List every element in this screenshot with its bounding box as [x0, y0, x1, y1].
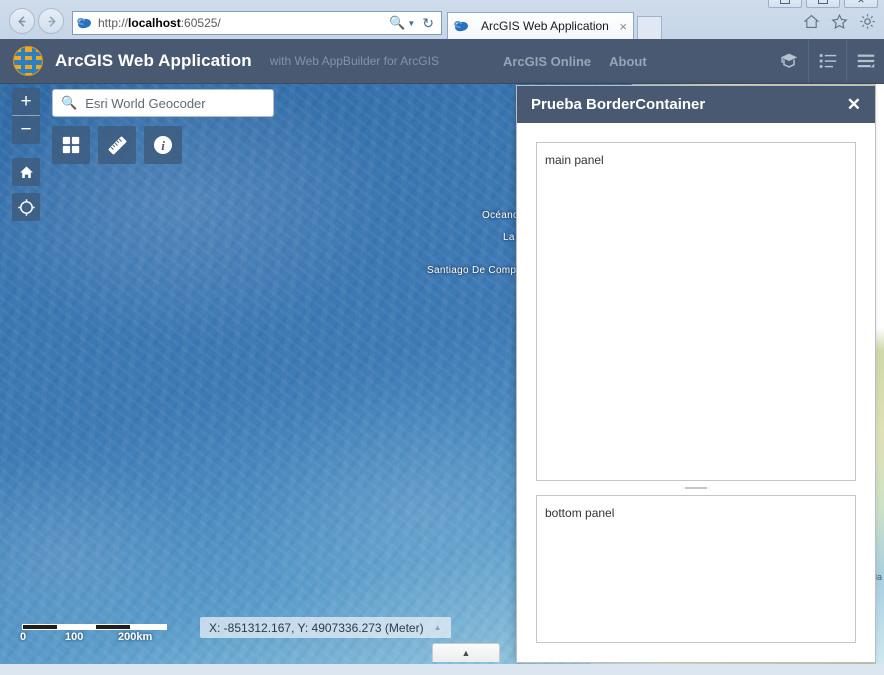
my-location-button[interactable]	[12, 193, 40, 221]
border-container-panel: Prueba BorderContainer ✕ main panel bott…	[516, 85, 876, 663]
scalebar-tick-0: 0	[20, 631, 27, 643]
home-icon	[19, 166, 33, 178]
info-icon: i	[154, 136, 172, 154]
tab-title: ArcGIS Web Application	[481, 19, 609, 33]
browser-toolbar-icons	[803, 13, 876, 30]
minimize-button[interactable]	[768, 0, 802, 8]
measure-button[interactable]	[98, 126, 136, 164]
svg-text:i: i	[161, 138, 165, 153]
arrow-right-icon	[48, 15, 56, 27]
chevron-up-icon[interactable]: ▲	[434, 623, 442, 632]
home-icon[interactable]	[803, 13, 820, 30]
scalebar-tick-1: 100	[65, 631, 84, 643]
chevron-up-icon: ▲	[461, 648, 471, 658]
tab-favicon-icon	[453, 19, 469, 33]
header-tools	[770, 39, 884, 83]
panel-title: Prueba BorderContainer	[531, 96, 706, 113]
tab-close-icon[interactable]: ×	[619, 19, 627, 34]
maximize-button[interactable]	[806, 0, 840, 8]
legend-list-icon[interactable]	[808, 39, 846, 83]
coordinate-readout[interactable]: X: -851312.167, Y: 4907336.273 (Meter) ▲	[200, 617, 451, 638]
browser-chrome: ✕ http://localhost:60525/ 🔍 ▼ ↻ ArcGIS W…	[0, 0, 884, 39]
forward-button[interactable]	[38, 8, 64, 34]
bottom-panel-label: bottom panel	[545, 506, 615, 520]
refresh-icon[interactable]: ↻	[422, 15, 434, 32]
window-controls: ✕	[768, 0, 878, 8]
header-links: ArcGIS Online About	[503, 54, 647, 69]
panel-body: main panel bottom panel	[517, 123, 875, 662]
panel-splitter-handle[interactable]	[536, 481, 856, 495]
map-label: Océano	[482, 210, 519, 221]
zoom-out-button[interactable]: −	[12, 116, 40, 144]
attribute-table-toggle[interactable]: ▲	[432, 643, 500, 662]
address-bar-url: http://localhost:60525/	[98, 16, 221, 30]
home-extent-button[interactable]	[12, 158, 40, 186]
map-label: Santiago De Comp	[427, 265, 517, 276]
star-icon[interactable]	[831, 13, 848, 30]
address-bar[interactable]: http://localhost:60525/ 🔍 ▼ ↻	[72, 11, 442, 35]
zoom-in-button[interactable]: +	[12, 88, 40, 116]
panel-header: Prueba BorderContainer ✕	[517, 86, 875, 123]
main-panel-label: main panel	[545, 153, 604, 167]
header-link-arcgis-online[interactable]: ArcGIS Online	[503, 54, 591, 69]
panel-close-button[interactable]: ✕	[847, 96, 861, 113]
zoom-controls: + −	[12, 88, 40, 144]
header-link-about[interactable]: About	[609, 54, 647, 69]
about-info-button[interactable]: i	[144, 126, 182, 164]
main-sub-panel[interactable]: main panel	[536, 142, 856, 481]
bottom-sub-panel[interactable]: bottom panel	[536, 495, 856, 643]
browser-status-strip	[0, 664, 884, 675]
measure-ruler-icon	[108, 136, 126, 154]
search-input[interactable]: Esri World Geocoder	[85, 96, 205, 111]
geocoder-search[interactable]: 🔍 Esri World Geocoder	[52, 89, 274, 117]
splitter-grip-icon	[685, 487, 707, 489]
map-scalebar: 0 100 200km	[20, 624, 167, 644]
internet-explorer-icon	[76, 16, 92, 30]
window-close-button[interactable]: ✕	[844, 0, 878, 8]
gear-icon[interactable]	[859, 13, 876, 30]
globe-icon	[13, 46, 43, 76]
search-icon: 🔍	[61, 95, 78, 110]
map-label: La	[503, 232, 515, 243]
page-title: ArcGIS Web Application	[55, 51, 252, 70]
map-widget-bar: i	[52, 126, 182, 164]
app-subtitle: with Web AppBuilder for ArcGIS	[269, 54, 439, 68]
coordinate-text: X: -851312.167, Y: 4907336.273 (Meter)	[209, 620, 424, 635]
scalebar-tick-2: 200km	[118, 631, 153, 643]
back-button[interactable]	[9, 8, 35, 34]
locate-crosshair-icon	[17, 198, 35, 216]
hamburger-menu-icon[interactable]	[846, 39, 884, 83]
app-header: ArcGIS Web Application with Web AppBuild…	[0, 39, 884, 84]
browser-tab-arcgis[interactable]: ArcGIS Web Application ×	[447, 12, 634, 39]
graduation-cap-icon[interactable]	[770, 39, 808, 83]
basemap-gallery-button[interactable]	[52, 126, 90, 164]
new-tab-button[interactable]	[637, 16, 662, 39]
chevron-down-icon[interactable]: ▼	[407, 19, 415, 28]
arrow-left-icon	[17, 15, 25, 27]
basemap-gallery-icon	[62, 136, 80, 154]
search-icon[interactable]: 🔍	[389, 15, 405, 31]
